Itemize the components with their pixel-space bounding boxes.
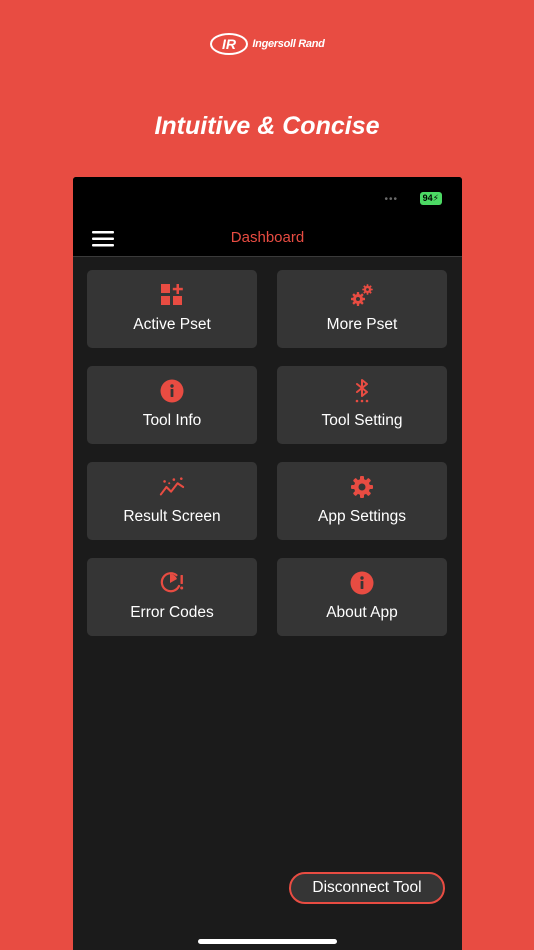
tile-label: About App (326, 604, 398, 621)
tile-tool-info[interactable]: Tool Info (87, 366, 257, 444)
tile-label: More Pset (326, 316, 398, 333)
tile-error-codes[interactable]: Error Codes (87, 558, 257, 636)
app-bar: Dashboard (73, 221, 462, 257)
status-bar: ••• 94⚡ (73, 177, 462, 221)
timer-alert-icon (159, 570, 185, 596)
home-indicator (198, 939, 337, 944)
disconnect-tool-button[interactable]: Disconnect Tool (289, 872, 445, 904)
trend-line-icon (159, 474, 185, 500)
tile-label: Error Codes (130, 604, 214, 621)
bluetooth-settings-icon (349, 378, 375, 404)
dashboard-grid: Active Pset More Pset Tool Info Tool Set… (87, 270, 447, 636)
tile-label: Active Pset (133, 316, 211, 333)
ingersoll-rand-logo: IR (209, 32, 249, 56)
tile-label: App Settings (318, 508, 406, 525)
tile-result-screen[interactable]: Result Screen (87, 462, 257, 540)
status-dots-icon: ••• (384, 194, 398, 205)
phone-screen: ••• 94⚡ Dashboard Active Pset More Pset … (73, 177, 462, 950)
battery-indicator: 94⚡ (419, 192, 442, 205)
gears-icon (349, 282, 375, 308)
page-headline: Intuitive & Concise (154, 112, 380, 140)
tile-about-app[interactable]: About App (277, 558, 447, 636)
tile-label: Tool Info (142, 412, 202, 429)
info-icon (159, 378, 185, 404)
tile-label: Tool Setting (321, 412, 403, 429)
info-icon (349, 570, 375, 596)
tile-tool-setting[interactable]: Tool Setting (277, 366, 447, 444)
brand-name: Ingersoll Rand (252, 38, 325, 50)
brand-header: IR Ingersoll Rand (0, 32, 534, 56)
tile-app-settings[interactable]: App Settings (277, 462, 447, 540)
tile-label: Result Screen (123, 508, 221, 525)
tile-more-pset[interactable]: More Pset (277, 270, 447, 348)
logo-mark-text: IR (222, 36, 237, 52)
grid-add-icon (159, 282, 185, 308)
tile-active-pset[interactable]: Active Pset (87, 270, 257, 348)
app-title: Dashboard (230, 229, 305, 246)
gear-icon (349, 474, 375, 500)
battery-level: 94 (422, 193, 433, 203)
